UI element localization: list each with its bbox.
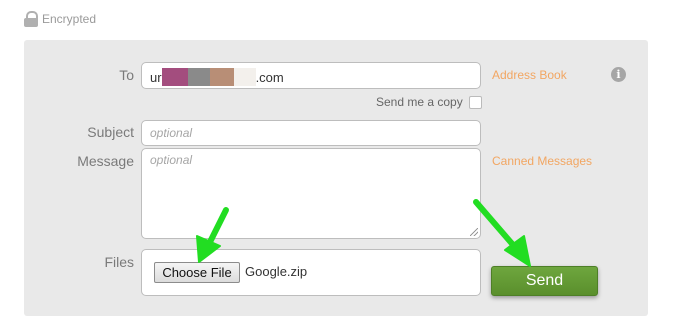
to-value-prefix: ur bbox=[150, 69, 162, 85]
to-field[interactable]: ur .com bbox=[141, 62, 481, 89]
redacted-block bbox=[209, 68, 234, 86]
subject-field[interactable] bbox=[141, 120, 481, 146]
lock-icon bbox=[24, 11, 38, 27]
message-label: Message bbox=[77, 153, 134, 169]
send-copy-checkbox[interactable] bbox=[468, 95, 482, 109]
subject-label: Subject bbox=[87, 124, 134, 140]
to-label: To bbox=[119, 67, 134, 83]
address-book-link[interactable]: Address Book bbox=[492, 68, 567, 82]
redacted-block bbox=[187, 68, 210, 86]
send-copy-label: Send me a copy bbox=[376, 95, 463, 109]
choose-file-button[interactable]: Choose File bbox=[154, 262, 240, 283]
resize-handle-icon[interactable] bbox=[470, 228, 478, 236]
encryption-status: Encrypted bbox=[24, 8, 96, 30]
canned-messages-link[interactable]: Canned Messages bbox=[492, 154, 592, 168]
to-value-suffix: .com bbox=[255, 69, 284, 85]
send-copy-row: Send me a copy bbox=[376, 95, 482, 109]
files-label: Files bbox=[104, 254, 134, 270]
info-icon[interactable]: i bbox=[611, 67, 626, 82]
subject-input[interactable] bbox=[142, 121, 480, 145]
redacted-block bbox=[161, 68, 188, 86]
file-field: Choose File Google.zip bbox=[141, 249, 481, 296]
message-field[interactable] bbox=[141, 148, 481, 239]
redacted-block bbox=[233, 68, 256, 86]
encrypted-label: Encrypted bbox=[42, 12, 97, 26]
file-name: Google.zip bbox=[245, 264, 308, 279]
send-button[interactable]: Send bbox=[491, 266, 598, 296]
message-textarea[interactable] bbox=[142, 149, 480, 236]
compose-panel: To ur .com Address Book i Send me a copy… bbox=[24, 40, 648, 316]
